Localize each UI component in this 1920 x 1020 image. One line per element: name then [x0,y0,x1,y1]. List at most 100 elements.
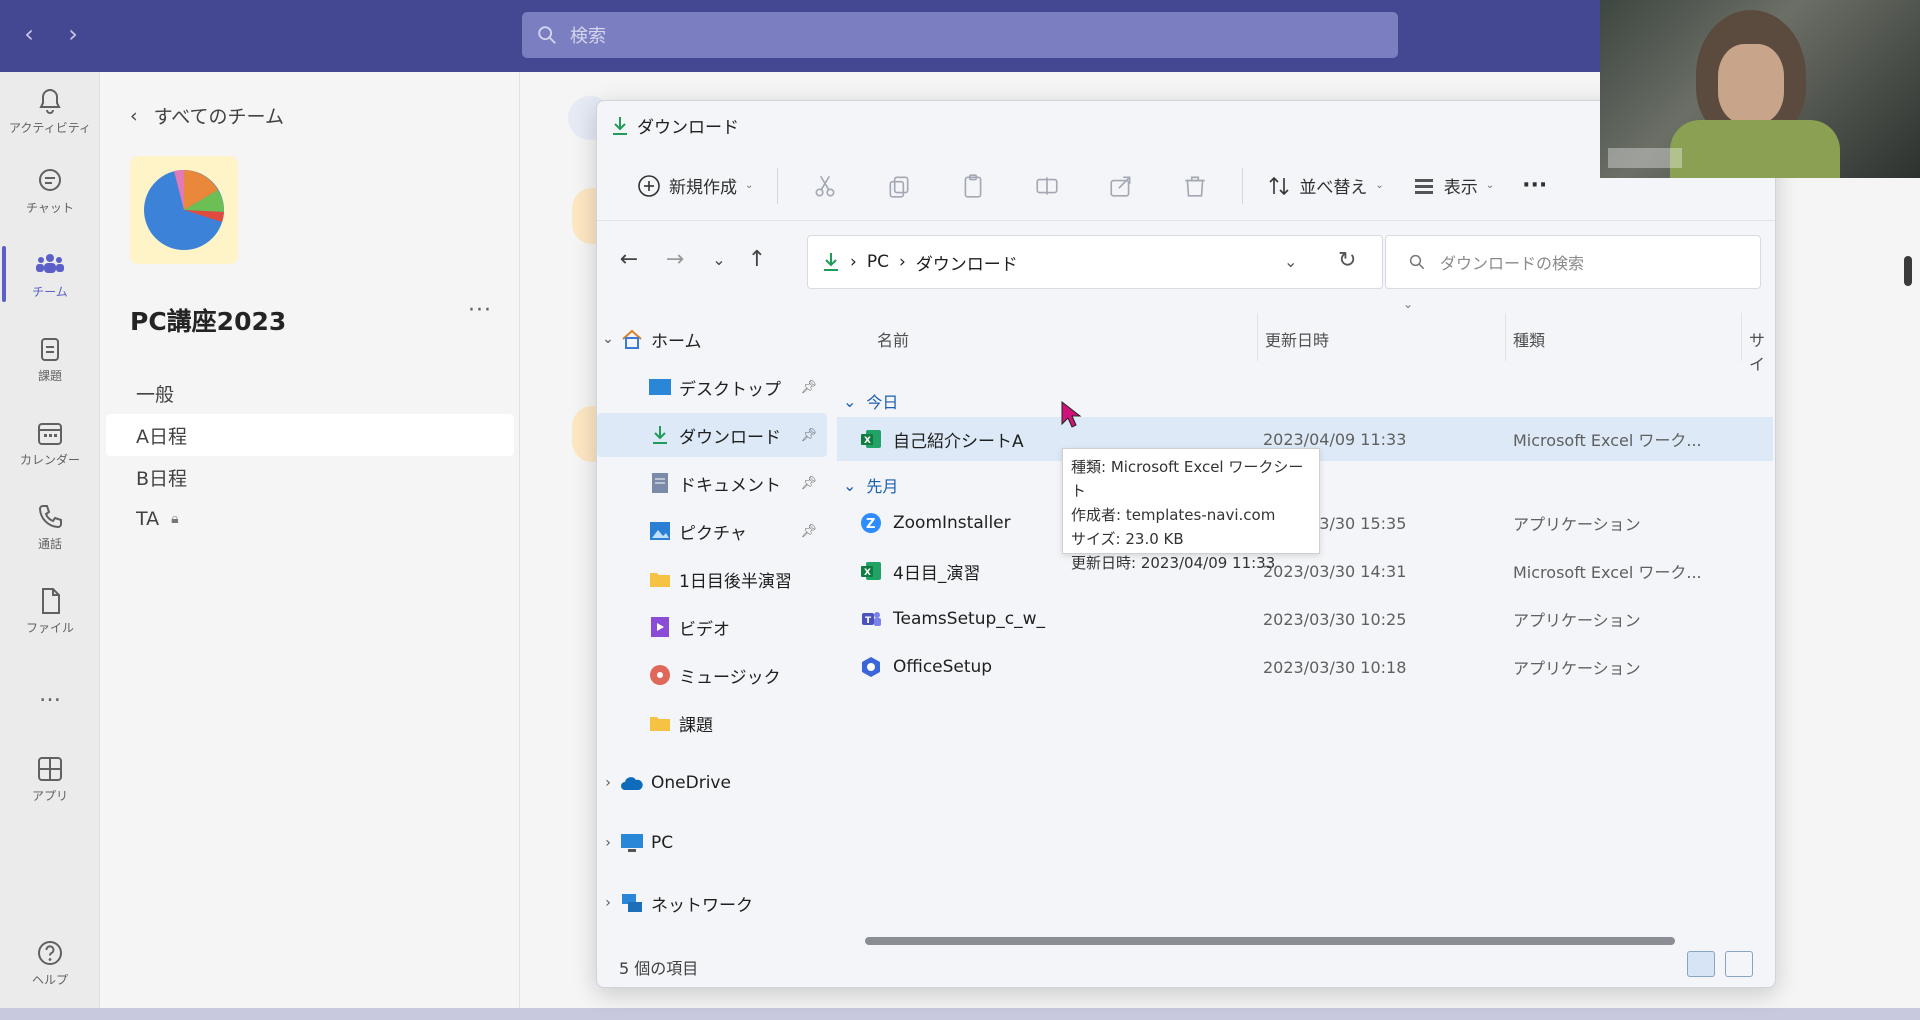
nav-label: ピクチャ [679,523,747,544]
channel-ta[interactable]: TA 🔒︎ [106,498,514,540]
tiles-view-icon[interactable] [1725,951,1753,977]
nav-pc[interactable]: › PC [597,821,827,865]
tooltip-type: 種類: Microsoft Excel ワークシート [1071,458,1304,500]
window-title: ダウンロード [611,113,739,138]
excel-icon: X [859,427,883,451]
participant-video [1600,0,1920,178]
breadcrumb-separator: › [898,252,906,272]
nav-desktop[interactable]: デスクトップ 📌︎ [597,365,827,409]
bottom-strip [0,1008,1920,1020]
delete-button[interactable] [1162,164,1228,208]
rail-activity[interactable]: アクティビティ [0,72,100,148]
file-row[interactable]: OfficeSetup 2023/03/30 10:18 アプリケーション [837,645,1773,689]
all-teams-link[interactable]: ‹ すべてのチーム [130,102,284,129]
participant-face [1718,44,1784,124]
column-type[interactable]: 種類 [1513,327,1545,351]
channel-general[interactable]: 一般 [106,372,514,414]
nav-network[interactable]: › ネットワーク [597,881,827,925]
nav-videos[interactable]: ビデオ [597,605,827,649]
channel-a[interactable]: A日程 [106,414,514,456]
new-button[interactable]: 新規作成 ⌄ [627,164,763,208]
chevron-down-icon: ⌄ [843,475,857,495]
rail-label: カレンダー [19,452,80,467]
file-date: 2023/03/30 10:25 [1263,609,1407,629]
rail-help[interactable]: ヘルプ [0,924,100,1000]
scissors-icon [815,175,835,197]
group-header-today[interactable]: ⌄ 今日 [843,389,898,413]
rail-chat[interactable]: チャット [0,152,100,228]
file-type: Microsoft Excel ワーク... [1513,563,1702,582]
folder-search-input[interactable]: ダウンロードの検索 [1385,235,1761,289]
pin-icon: 📌︎ [800,475,817,491]
forward-arrow-icon[interactable]: › [58,20,88,48]
team-more-button[interactable]: ··· [468,298,492,323]
up-arrow-icon[interactable]: ↑ [739,243,775,275]
chevron-right-icon: › [605,895,611,911]
copy-button[interactable] [866,164,932,208]
teams-icon [36,253,64,273]
rail-calls[interactable]: 通話 [0,488,100,564]
view-button[interactable]: 表示 ⌄ [1402,164,1504,208]
nav-documents[interactable]: ドキュメント 📌︎ [597,461,827,505]
nav-folder-day1[interactable]: 1日目後半演習 [597,557,827,601]
search-placeholder: 検索 [570,26,606,47]
address-bar[interactable]: › PC › ダウンロード ⌄ ↻ [807,235,1383,289]
nav-downloads[interactable]: ダウンロード 📌︎ [597,413,827,457]
channel-label: TA [136,508,160,530]
nav-music[interactable]: ミュージック [597,653,827,697]
page-scrollbar[interactable] [1904,256,1912,286]
back-arrow-icon[interactable]: ‹ [14,20,44,48]
video-icon [647,615,673,639]
office-icon [859,655,883,679]
tooltip-size: サイズ: 23.0 KB [1071,530,1184,548]
group-header-last-month[interactable]: ⌄ 先月 [843,473,898,497]
rail-teams[interactable]: チーム [0,236,100,312]
calendar-icon [38,422,62,445]
rename-button[interactable] [1014,164,1080,208]
refresh-icon[interactable]: ↻ [1338,248,1356,273]
forward-arrow-icon[interactable]: → [657,243,693,275]
pie-chart-logo-icon [144,169,225,250]
column-name[interactable]: 名前 [877,327,909,351]
column-date[interactable]: 更新日時 [1265,327,1329,351]
rail-apps[interactable]: アプリ [0,740,100,816]
nav-folder-assignments[interactable]: 課題 [597,701,827,745]
rail-more[interactable]: … [0,656,100,732]
breadcrumb-pc[interactable]: PC [867,252,889,272]
back-arrow-icon[interactable]: ← [611,243,647,275]
rail-calendar[interactable]: カレンダー [0,404,100,480]
nav-pictures[interactable]: ピクチャ 📌︎ [597,509,827,553]
channel-label: A日程 [136,425,187,448]
picture-icon [647,519,673,543]
address-dropdown-icon[interactable]: ⌄ [1284,252,1297,271]
horizontal-scrollbar[interactable] [865,937,1675,945]
recent-locations-icon[interactable]: ⌄ [701,243,737,275]
navigation-pane: ⌄ ホーム デスクトップ 📌︎ ダウンロード 📌︎ ドキュメント 📌︎ ピクチャ… [597,297,833,937]
paste-button[interactable] [940,164,1006,208]
column-size[interactable]: サイ [1749,327,1775,375]
details-view-icon[interactable] [1687,951,1715,977]
chevron-right-icon: › [605,775,611,791]
sort-button[interactable]: 並べ替え ⌄ [1257,164,1393,208]
rail-assignments[interactable]: 課題 [0,320,100,396]
share-button[interactable] [1088,164,1154,208]
group-label: 先月 [866,477,899,496]
assignments-icon [41,337,59,361]
rail-label: アクティビティ [9,120,91,135]
chat-icon [39,168,61,191]
file-type: アプリケーション [1513,659,1641,678]
file-row[interactable]: T TeamsSetup_c_w_ 2023/03/30 10:25 アプリケー… [837,597,1773,641]
more-options-button[interactable]: ··· [1512,164,1557,208]
search-input[interactable]: 検索 [522,12,1398,58]
channel-b[interactable]: B日程 [106,456,514,498]
nav-home[interactable]: ⌄ ホーム [597,317,827,361]
chevron-left-icon: ‹ [130,104,138,127]
sort-icon [1269,176,1289,195]
cut-button[interactable] [792,164,858,208]
file-type: アプリケーション [1513,611,1641,630]
breadcrumb-downloads[interactable]: ダウンロード [916,250,1018,275]
rail-files[interactable]: ファイル [0,572,100,648]
rail-label: 通話 [37,536,62,551]
nav-onedrive[interactable]: › OneDrive [597,761,827,805]
file-name: OfficeSetup [893,657,993,677]
